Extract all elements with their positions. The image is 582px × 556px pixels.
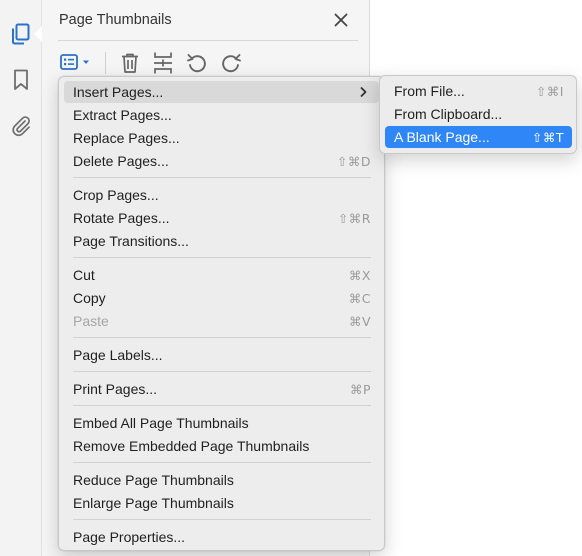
panel-divider — [58, 40, 358, 41]
menu-item-page-properties[interactable]: Page Properties... — [64, 526, 379, 548]
rotate-ccw-icon — [187, 54, 206, 73]
menu-item-reduce-thumbnails[interactable]: Reduce Page Thumbnails — [64, 469, 379, 491]
shortcut-label: ⌘X — [348, 267, 371, 283]
thumbnail-options-button[interactable] — [56, 50, 96, 76]
delete-page-button[interactable] — [117, 50, 143, 76]
menu-separator — [73, 462, 371, 463]
menu-item-print-pages[interactable]: Print Pages... ⌘P — [64, 378, 379, 400]
rotate-cw-icon — [222, 54, 241, 73]
menu-item-replace-pages[interactable]: Replace Pages... — [64, 127, 379, 149]
menu-separator — [73, 257, 371, 258]
insert-page-icon — [154, 52, 172, 74]
shortcut-label: ⇧⌘R — [337, 210, 371, 226]
chevron-right-icon — [360, 86, 367, 98]
shortcut-label: ⇧⌘T — [531, 129, 564, 145]
close-icon — [334, 13, 348, 27]
panel-pointer — [34, 26, 42, 42]
menu-item-page-transitions[interactable]: Page Transitions... — [64, 230, 379, 252]
insert-page-button[interactable] — [150, 50, 176, 76]
menu-item-enlarge-thumbnails[interactable]: Enlarge Page Thumbnails — [64, 492, 379, 514]
thumbnail-options-menu: Insert Pages... Extract Pages... Replace… — [58, 76, 385, 551]
options-menu-icon — [60, 54, 89, 70]
menu-item-paste: Paste ⌘V — [73, 313, 371, 329]
submenu-item-from-file[interactable]: From File... ⇧⌘I — [385, 80, 572, 102]
toolbar-separator — [105, 52, 106, 74]
menu-separator — [73, 177, 371, 178]
menu-item-crop-pages[interactable]: Crop Pages... — [64, 184, 379, 206]
menu-item-copy[interactable]: Copy ⌘C — [64, 287, 379, 309]
bookmark-icon[interactable] — [9, 68, 33, 92]
submenu-item-from-clipboard[interactable]: From Clipboard... — [385, 103, 572, 125]
shortcut-label: ⌘C — [348, 290, 371, 306]
close-panel-button[interactable] — [330, 9, 352, 31]
menu-item-delete-pages[interactable]: Delete Pages... ⇧⌘D — [64, 150, 379, 172]
attachment-icon[interactable] — [9, 114, 33, 138]
menu-item-insert-pages[interactable]: Insert Pages... — [64, 81, 379, 103]
menu-separator — [73, 405, 371, 406]
menu-item-remove-embedded-thumbnails[interactable]: Remove Embedded Page Thumbnails — [64, 435, 379, 457]
rotate-clockwise-button[interactable] — [218, 50, 244, 76]
menu-item-extract-pages[interactable]: Extract Pages... — [64, 104, 379, 126]
panel-title: Page Thumbnails — [59, 12, 172, 28]
shortcut-label: ⇧⌘I — [535, 83, 564, 99]
menu-item-rotate-pages[interactable]: Rotate Pages... ⇧⌘R — [64, 207, 379, 229]
menu-separator — [73, 337, 371, 338]
trash-icon — [122, 53, 138, 73]
shortcut-label: ⌘P — [349, 381, 371, 397]
rotate-counterclockwise-button[interactable] — [184, 50, 210, 76]
menu-item-page-labels[interactable]: Page Labels... — [64, 344, 379, 366]
menu-separator — [73, 371, 371, 372]
left-navigation-rail — [0, 0, 42, 556]
menu-item-embed-thumbnails[interactable]: Embed All Page Thumbnails — [64, 412, 379, 434]
menu-separator — [73, 519, 371, 520]
shortcut-label: ⌘V — [348, 313, 371, 329]
shortcut-label: ⇧⌘D — [336, 153, 371, 169]
menu-item-cut[interactable]: Cut ⌘X — [64, 264, 379, 286]
insert-pages-submenu: From File... ⇧⌘I From Clipboard... A Bla… — [379, 75, 577, 154]
submenu-item-blank-page[interactable]: A Blank Page... ⇧⌘T — [385, 126, 572, 148]
page-thumbnails-icon[interactable] — [9, 22, 33, 46]
